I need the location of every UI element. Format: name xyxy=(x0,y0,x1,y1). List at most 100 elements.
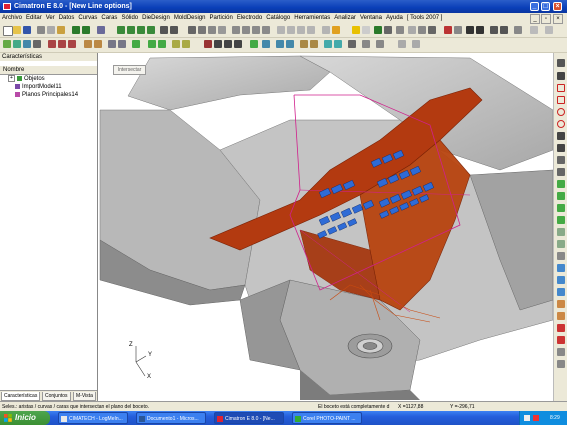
select-arrow-icon[interactable] xyxy=(557,59,565,67)
group-icon[interactable] xyxy=(262,26,270,34)
menu-ver[interactable]: Ver xyxy=(44,13,57,24)
line-tool-icon[interactable] xyxy=(557,72,565,80)
rotate-tool-icon[interactable] xyxy=(557,216,565,224)
expand-icon[interactable]: + xyxy=(8,75,15,82)
extend-icon[interactable] xyxy=(310,40,318,48)
tree-item-planos[interactable]: Planos Principales14 xyxy=(15,91,78,99)
menu-analizar[interactable]: Analizar xyxy=(332,13,358,24)
sweep-icon[interactable] xyxy=(286,40,294,48)
chamfer-icon[interactable] xyxy=(58,40,66,48)
taskbar-item-corel[interactable]: Corel PHOTO-PAINT ... xyxy=(292,412,362,424)
taskbar-item-word[interactable]: Documento1 - Micros... xyxy=(136,412,206,424)
menu-tools-2007[interactable]: [ Tools 2007 ] xyxy=(405,13,445,24)
table-icon[interactable] xyxy=(466,26,474,34)
cube-icon[interactable] xyxy=(287,26,295,34)
extrude-icon[interactable] xyxy=(13,40,21,48)
trim-icon[interactable] xyxy=(250,40,258,48)
undo-icon[interactable] xyxy=(72,26,80,34)
constraint-tool-icon[interactable] xyxy=(557,264,565,272)
split-icon[interactable] xyxy=(94,40,102,48)
tree-item-objetos[interactable]: + Objetos xyxy=(8,75,45,83)
box-icon[interactable] xyxy=(277,26,285,34)
arc-icon[interactable] xyxy=(224,40,232,48)
square-tool-icon[interactable] xyxy=(557,96,565,104)
graphics-viewport[interactable]: Z Y X xyxy=(98,53,553,401)
taskbar-item-logmein[interactable]: CIMATECH - LogMeIn... xyxy=(58,412,128,424)
rotate-icon[interactable] xyxy=(160,26,168,34)
axis-icon[interactable] xyxy=(418,26,426,34)
wireframe-icon[interactable] xyxy=(198,26,206,34)
menu-catalogo[interactable]: Catálogo xyxy=(264,13,292,24)
close-button[interactable]: × xyxy=(553,2,562,11)
divide-tool-icon[interactable] xyxy=(557,192,565,200)
menu-electrodo[interactable]: Electrodo xyxy=(235,13,264,24)
copy-icon[interactable] xyxy=(47,26,55,34)
menu-ayuda[interactable]: Ayuda xyxy=(384,13,405,24)
solid-icon[interactable] xyxy=(297,26,305,34)
menu-herramientas[interactable]: Herramientas xyxy=(292,13,332,24)
project-tool-icon[interactable] xyxy=(557,288,565,296)
spline-tool-icon[interactable] xyxy=(557,144,565,152)
menu-caras[interactable]: Caras xyxy=(99,13,119,24)
ellipse-tool-icon[interactable] xyxy=(557,120,565,128)
layer-icon[interactable] xyxy=(232,26,240,34)
pan-icon[interactable] xyxy=(170,26,178,34)
patch-icon[interactable] xyxy=(334,40,342,48)
filter-icon[interactable] xyxy=(242,26,250,34)
offset-icon[interactable] xyxy=(300,40,308,48)
shell-icon[interactable] xyxy=(68,40,76,48)
polyline-tool-icon[interactable] xyxy=(557,156,565,164)
bulb-icon[interactable] xyxy=(352,26,360,34)
doc-restore-button[interactable]: ▫ xyxy=(541,14,551,24)
spline-icon[interactable] xyxy=(234,40,242,48)
doc-close-button[interactable]: × xyxy=(553,14,563,24)
paste-icon[interactable] xyxy=(57,26,65,34)
menu-molddesign[interactable]: MoldDesign xyxy=(172,13,208,24)
mirror-tool-icon[interactable] xyxy=(557,228,565,236)
help-icon[interactable] xyxy=(362,26,370,34)
mirror-icon[interactable] xyxy=(158,40,166,48)
tree-item-importmodel[interactable]: ImportModel11 xyxy=(15,83,62,91)
save-icon[interactable] xyxy=(23,26,31,34)
menu-particion[interactable]: Partición xyxy=(208,13,235,24)
redo-icon[interactable] xyxy=(82,26,90,34)
trim-tool-icon[interactable] xyxy=(557,180,565,188)
grid-icon[interactable] xyxy=(454,26,462,34)
section-icon[interactable] xyxy=(307,26,315,34)
render-mode-icon[interactable] xyxy=(188,26,196,34)
clear-tool-icon[interactable] xyxy=(557,336,565,344)
circle-tool-icon[interactable] xyxy=(557,108,565,116)
color-icon[interactable] xyxy=(444,26,452,34)
tab-conjuntos[interactable]: Conjuntos xyxy=(42,392,71,401)
select-icon[interactable] xyxy=(252,26,260,34)
revolve-icon[interactable] xyxy=(23,40,31,48)
measure-icon[interactable] xyxy=(322,26,330,34)
copy-entity-icon[interactable] xyxy=(148,40,156,48)
view-iso-icon[interactable] xyxy=(147,26,155,34)
menu-editar[interactable]: Editar xyxy=(24,13,44,24)
hide-icon[interactable] xyxy=(362,40,370,48)
tab-m-vista[interactable]: M-Vista xyxy=(73,392,96,401)
blend-icon[interactable] xyxy=(276,40,284,48)
open-folder-icon[interactable] xyxy=(13,26,21,34)
clock[interactable]: 8:29 xyxy=(550,411,560,425)
draft-icon[interactable] xyxy=(84,40,92,48)
copy-tool-icon[interactable] xyxy=(557,240,565,248)
maximize-button[interactable]: □ xyxy=(541,2,550,11)
cimatron-app-icon[interactable] xyxy=(3,3,11,10)
scale-tool-icon[interactable] xyxy=(557,252,565,260)
view-front-icon[interactable] xyxy=(127,26,135,34)
line-icon[interactable] xyxy=(214,40,222,48)
pointer-icon[interactable] xyxy=(396,26,404,34)
tab-caracteristicas[interactable]: Características xyxy=(1,392,41,401)
line-width-icon[interactable] xyxy=(490,26,498,34)
pattern-icon[interactable] xyxy=(118,40,126,48)
minimize-button[interactable]: _ xyxy=(530,2,539,11)
offset-tool-icon[interactable] xyxy=(557,168,565,176)
menu-archivo[interactable]: Archivo xyxy=(0,13,24,24)
point-icon[interactable] xyxy=(204,40,212,48)
surface-icon[interactable] xyxy=(262,40,270,48)
snap-icon[interactable] xyxy=(428,26,436,34)
delete-tool-icon[interactable] xyxy=(557,324,565,332)
align-icon[interactable] xyxy=(182,40,190,48)
